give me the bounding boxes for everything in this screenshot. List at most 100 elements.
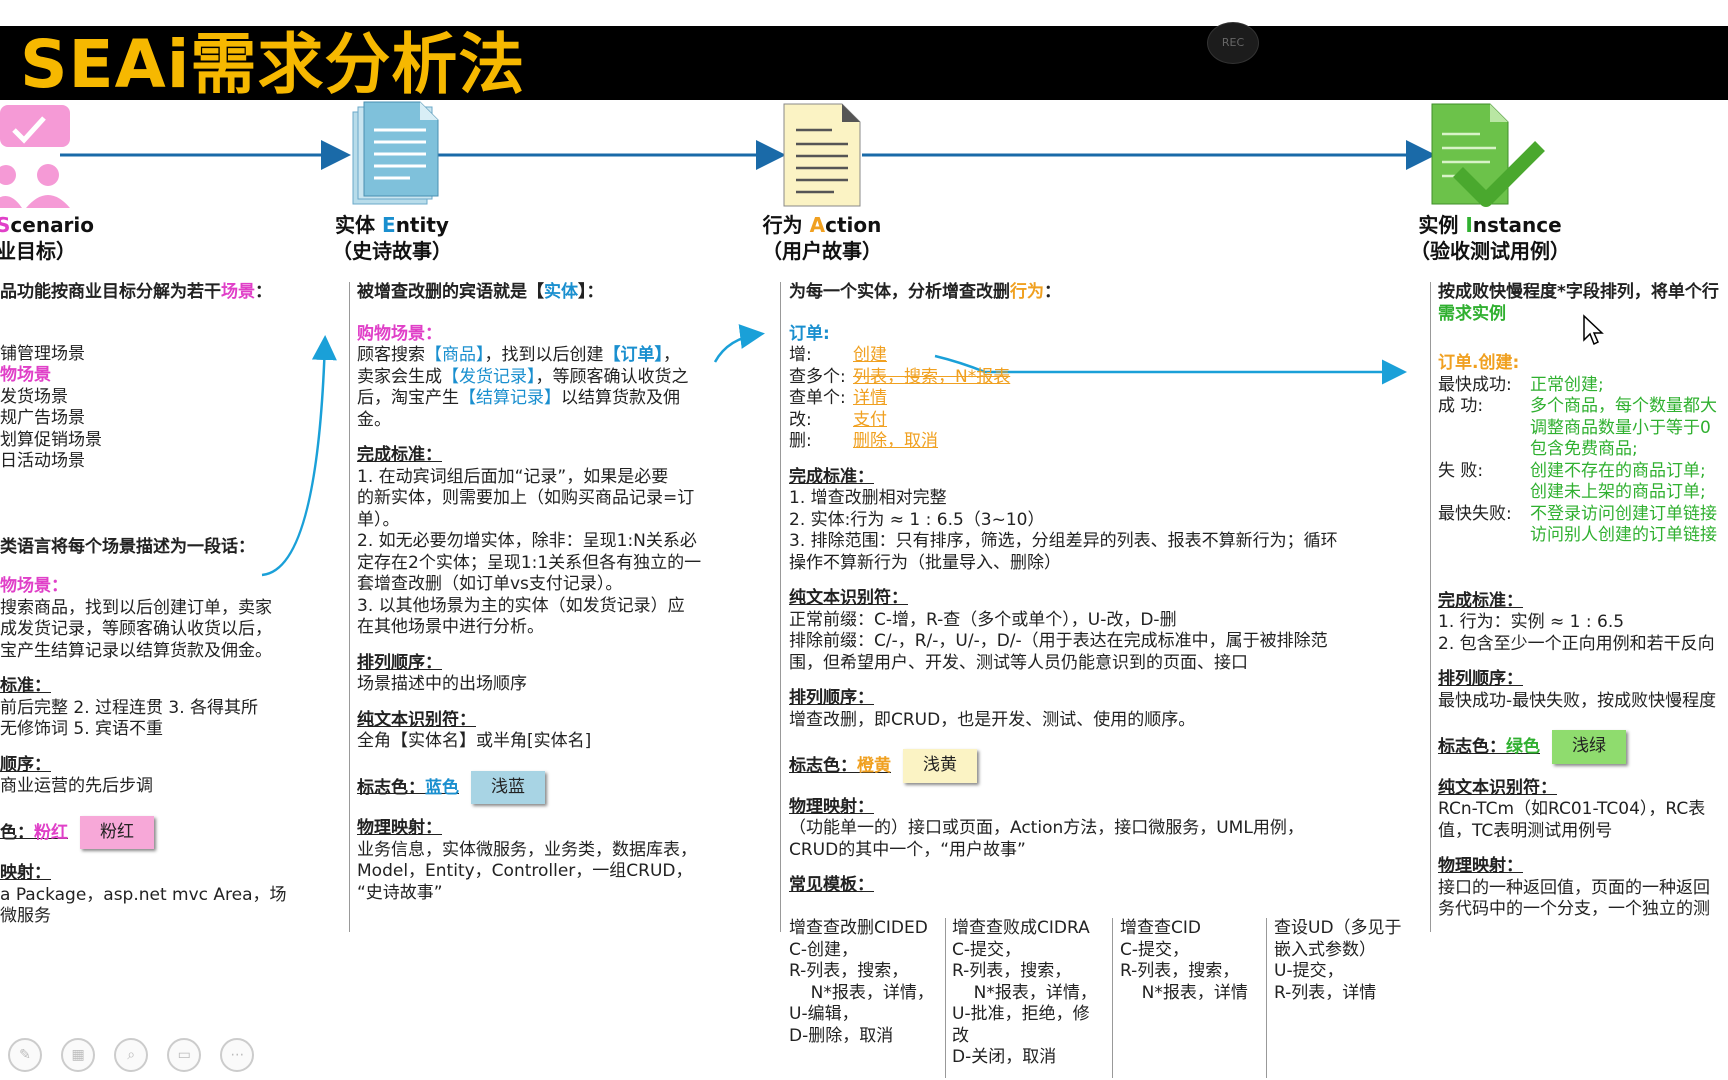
scenario-item: 物场景 [0, 365, 51, 385]
entity-column: 被增查改删的宾语就是【实体】： 购物场景： 顾客搜索【商品】，找到以后创建【订单… [357, 282, 777, 904]
instance-row: 最快成功: 正常创建; [1438, 374, 1604, 395]
instance-label: 订单.创建: [1438, 353, 1520, 373]
scenario-item: 发货场景 [0, 386, 68, 407]
instance-row: 失 败: 创建不存在的商品订单; [1438, 460, 1706, 481]
identifier-text: 值，TC表明测试用例号 [1438, 820, 1613, 841]
color-row: 色：粉红 粉红 [0, 815, 340, 849]
order-text: 场景描述中的出场顺序 [357, 674, 527, 694]
mapping-text: “史诗故事” [357, 882, 443, 903]
standard-text: 单）。 [357, 509, 400, 530]
color-row: 标志色：绿色 浅绿 [1438, 730, 1728, 764]
order-text: 商业运营的先后步调 [0, 776, 153, 796]
layout-icon[interactable]: ▦ [61, 1038, 96, 1072]
action-op-row: 改: 支付 [789, 409, 887, 430]
order-title: 排列顺序： [357, 652, 442, 673]
template-ud: 查设UD（多见于 嵌入式参数） U-提交， R-列表，详情 [1274, 918, 1402, 1003]
more-icon[interactable]: ⋯ [220, 1038, 255, 1072]
standard-title: 完成标准： [1438, 590, 1523, 611]
action-header: 为每一个实体，分析增查改删行为： [789, 282, 1061, 302]
pink-swatch: 粉红 [80, 815, 154, 849]
template-cidra: 增查查败成CIDRA C-提交， R-列表，搜索， N*报表，详情， U-批准，… [952, 918, 1097, 1067]
standard-text: 1. 增查改删相对完整 [789, 488, 947, 508]
mapping-text: 业务信息，实体微服务，业务类，数据库表， [357, 839, 697, 860]
standard-text: 2. 实体:行为 ≈ 1 : 6.5（3~10） [789, 509, 1045, 530]
identifier-text: RCn-TCm（如RC01-TC04），RC表 [1438, 799, 1706, 819]
scenario-item: 划算促销场景 [0, 429, 102, 450]
mapping-text: CRUD的其中一个，“用户故事” [789, 839, 1026, 860]
mapping-title: 物理映射： [357, 818, 442, 838]
order-title: 顺序： [0, 754, 51, 775]
standard-text: 3. 排除范围：只有排序，筛选，分组差异的列表、报表不算新行为；循环 [789, 531, 1338, 551]
standard-title: 完成标准： [789, 466, 874, 487]
scenario-item: 铺管理场景 [0, 343, 85, 364]
action-op-row: 删: 删除，取消 [789, 431, 938, 451]
instance-row: 访问别人创建的订单链接 [1530, 525, 1717, 545]
template-divider [1266, 918, 1267, 1078]
action-column: 为每一个实体，分析增查改删行为： 订单: 增: 创建 查多个: 列表，搜索，N*报表… [789, 282, 1419, 897]
color-row: 标志色：橙黄 浅黄 [789, 749, 1419, 783]
action-op-row: 查多个: 列表，搜索，N*报表 [789, 366, 1011, 387]
scenario-text: 搜索商品，找到以后创建订单，卖家 [0, 597, 272, 618]
action-op-row: 查单个: 详情 [789, 388, 887, 408]
standard-text: 在其他场景中进行分析。 [357, 617, 544, 637]
instance-row: 包含免费商品; [1530, 439, 1638, 459]
presentation-toolbar: ✎ ▦ ⌕ ▭ ⋯ [8, 1038, 268, 1072]
action-op-row: 增: 创建 [789, 345, 887, 365]
mapping-text: 务代码中的一个分支，一个独立的测 [1438, 899, 1710, 919]
mapping-text: （功能单一的）接口或页面，Action方法，接口微服务，UML用例， [789, 818, 1304, 838]
zoom-icon[interactable]: ⌕ [114, 1038, 149, 1072]
entity-scenario-line: 顾客搜索【商品】，找到以后创建【订单】， [357, 345, 680, 365]
identifier-title: 纯文本识别符： [1438, 777, 1557, 798]
standard-text: 定存在2个实体；呈现1:1关系但各有独立的一 [357, 552, 702, 573]
mapping-text: a Package，asp.net mvc Area，场 [0, 884, 287, 905]
mapping-title: 物理映射： [1438, 856, 1523, 876]
identifier-text: 全角【实体名】或半角[实体名] [357, 731, 592, 751]
identifier-text: 正常前缀：C-增，R-查（多个或单个），U-改，D-删 [789, 609, 1177, 630]
standard-text: 套增查改删（如订单vs支付记录）。 [357, 574, 623, 594]
identifier-text: 排除前缀：C/-，R/-，U/-，D/-（用于表达在完成标准中，属于被排除范 [789, 631, 1328, 651]
scenario-item: 规广告场景 [0, 408, 85, 428]
standard-text: 1. 行为：实例 ≈ 1 : 6.5 [1438, 612, 1625, 632]
mouse-cursor-icon [1583, 314, 1604, 346]
template-divider [945, 918, 946, 1078]
mapping-text: Model，Entity，Controller，一组CRUD， [357, 861, 693, 881]
order-text: 最快成功-最快失败，按成败快慢程度 [1438, 690, 1717, 711]
instance-column: 按成败快慢程度*字段排列，将单个行 需求实例 订单.创建: 最快成功: 正常创建;… [1438, 282, 1728, 921]
template-cidedb: 增查查改删CIDED C-创建， R-列表，搜索， N*报表，详情， U-编辑，… [789, 918, 934, 1046]
mapping-text: 接口的一种返回值，页面的一种返回 [1438, 877, 1710, 898]
mapping-text: 微服务 [0, 906, 51, 926]
yellow-swatch: 浅黄 [903, 749, 977, 783]
identifier-title: 纯文本识别符： [789, 588, 908, 608]
order-title: 排列顺序： [1438, 669, 1523, 689]
standard-title: 完成标准： [357, 445, 442, 465]
screen-icon[interactable]: ▭ [167, 1038, 202, 1072]
template-cid: 增查查CID C-提交， R-列表，搜索， N*报表，详情 [1120, 918, 1248, 1003]
entity-scenario-label: 购物场景： [357, 323, 442, 344]
instance-row: 调整商品数量小于等于0 [1530, 417, 1711, 438]
standard-text: 3. 以其他场景为主的实体（如发货记录）应 [357, 595, 685, 616]
template-divider [1112, 918, 1113, 1078]
standard-text: 2. 包含至少一个正向用例和若干反向 [1438, 633, 1715, 654]
standard-text: 2. 如无必要勿增实体，除非：呈现1:N关系必 [357, 531, 697, 551]
standard-text: 前后完整 2. 过程连贯 3. 各得其所 [0, 697, 259, 718]
scenario-paragraph-header: 类语言将每个场景描述为一段话： [0, 536, 255, 557]
scenario-column: 品功能按商业目标分解为若干场景： 铺管理场景 物场景 发货场景 规广告场景 划算… [0, 282, 340, 928]
scenario-text: 宝产生结算记录以结算货款及佣金。 [0, 640, 272, 661]
scenario-header: 品功能按商业目标分解为若干场景： [0, 282, 272, 302]
scenario-item: 日活动场景 [0, 451, 85, 471]
standard-text: 1. 在动宾词组后面加“记录”，如果是必要 [357, 466, 669, 487]
entity-scenario-line: 后，淘宝产生【结算记录】以结算货款及佣 [357, 388, 680, 408]
order-text: 增查改删，即CRUD，也是开发、测试、使用的顺序。 [789, 709, 1196, 730]
mapping-title: 映射： [0, 863, 51, 883]
pen-icon[interactable]: ✎ [8, 1038, 42, 1072]
instance-row: 创建未上架的商品订单; [1530, 482, 1706, 502]
instance-row: 成 功: 多个商品，每个数量都大 [1438, 396, 1717, 416]
instance-row: 最快失败: 不登录访问创建订单链接 [1438, 503, 1717, 524]
green-swatch: 浅绿 [1552, 730, 1626, 764]
order-title: 排列顺序： [789, 688, 874, 708]
action-entity-label: 订单: [789, 323, 830, 344]
identifier-text: 围，但希望用户、开发、测试等人员仍能意识到的页面、接口 [789, 652, 1248, 673]
blue-swatch: 浅蓝 [471, 770, 545, 804]
mapping-title: 物理映射： [789, 796, 874, 817]
standard-text: 无修饰词 5. 宾语不重 [0, 719, 164, 739]
